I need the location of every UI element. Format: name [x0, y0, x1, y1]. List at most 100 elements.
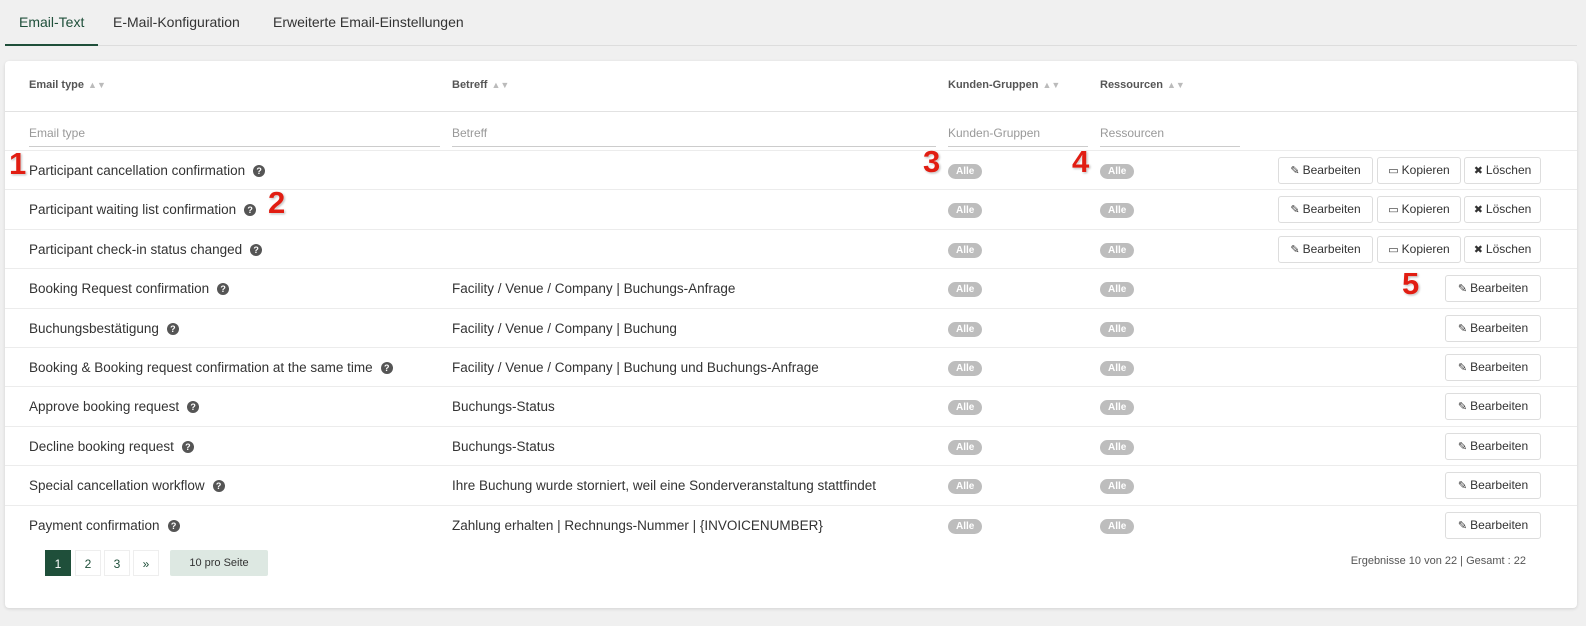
window-icon: ▭: [1388, 165, 1399, 177]
question-circle-icon[interactable]: ?: [253, 165, 266, 177]
copy-button[interactable]: ▭ Kopieren: [1377, 157, 1461, 184]
column-header-email-type[interactable]: Email type ▲▼: [29, 79, 106, 91]
column-header-betreff[interactable]: Betreff ▲▼: [452, 79, 509, 91]
table-row: Buchungsbestätigung? Facility / Venue / C…: [5, 307, 1577, 348]
resource-badge: Alle: [1100, 321, 1135, 337]
edit-icon: ✎: [1457, 440, 1468, 453]
question-circle-icon[interactable]: ?: [380, 362, 393, 374]
annotation-marker-5: 5: [1402, 266, 1420, 301]
edit-icon: ✎: [1457, 283, 1468, 296]
edit-icon: ✎: [1457, 362, 1468, 374]
column-header-kunden-gruppen[interactable]: Kunden-Gruppen ▲▼: [948, 79, 1060, 91]
table-row: Participant waiting list confirmation? Al…: [5, 189, 1577, 229]
edit-button-label: Bearbeiten: [1302, 241, 1361, 256]
question-circle-icon[interactable]: ?: [212, 480, 225, 493]
question-circle-icon[interactable]: ?: [181, 440, 194, 453]
filter-kunden-gruppen-input[interactable]: [948, 120, 1088, 147]
edit-icon: ✎: [1457, 322, 1468, 335]
column-header-ressourcen[interactable]: Ressourcen ▲▼: [1100, 79, 1185, 91]
annotation-marker-4: 4: [1072, 144, 1090, 179]
per-page-select[interactable]: 10 pro Seite: [170, 550, 268, 576]
delete-button-label: Löschen: [1485, 241, 1532, 256]
delete-button-label: Löschen: [1485, 163, 1532, 177]
edit-button[interactable]: ✎ Bearbeiten: [1445, 275, 1541, 303]
question-circle-icon[interactable]: ?: [244, 204, 257, 217]
tab-email-konfiguration[interactable]: E-Mail-Konfiguration: [99, 0, 254, 44]
delete-button[interactable]: ✖ Löschen: [1464, 235, 1541, 263]
edit-button[interactable]: ✎ Bearbeiten: [1278, 196, 1373, 224]
email-type-cell: Buchungsbestätigung?: [29, 321, 179, 336]
tab-erweiterte-email-einstellungen[interactable]: Erweiterte Email-Einstellungen: [259, 0, 478, 44]
subject-cell: Buchungs-Status: [452, 399, 555, 415]
subject-cell: Facility / Venue / Company | Buchungs-An…: [452, 281, 736, 297]
email-type-cell: Approve booking request?: [29, 399, 200, 415]
table-row: Booking Request confirmation? Facility / …: [5, 268, 1577, 308]
table-row: Special cancellation workflow? Ihre Buchu…: [5, 465, 1577, 505]
table-row: Booking & Booking request confirmation a…: [5, 347, 1577, 387]
edit-button[interactable]: ✎ Bearbeiten: [1445, 511, 1541, 539]
column-header-label: Betreff: [452, 79, 488, 91]
email-type-cell: Payment confirmation?: [29, 518, 180, 533]
email-templates-card: Email type ▲▼ Betreff ▲▼ Kunden-Gruppen ▲▼ …: [5, 61, 1577, 608]
copy-button[interactable]: ▭ Kopieren: [1377, 196, 1461, 224]
email-type-label: Approve booking request: [29, 399, 180, 415]
email-type-label: Booking Request confirmation: [29, 281, 210, 297]
delete-button[interactable]: ✖ Löschen: [1464, 157, 1541, 184]
question-circle-icon[interactable]: ?: [250, 243, 263, 256]
table-row: Payment confirmation? Zahlung erhalten | …: [5, 504, 1577, 545]
resource-badge: Alle: [1100, 518, 1135, 534]
edit-icon: ✎: [1457, 401, 1468, 414]
customer-group-badge: Alle: [948, 439, 983, 455]
email-type-cell: Booking & Booking request confirmation a…: [29, 360, 393, 375]
subject-cell: Zahlung erhalten | Rechnungs-Nummer | {I…: [452, 517, 823, 533]
edit-button[interactable]: ✎ Bearbeiten: [1445, 314, 1541, 342]
table-header: Email type ▲▼ Betreff ▲▼ Kunden-Gruppen ▲▼ …: [5, 61, 1577, 112]
table-row: Participant cancellation confirmation? Al…: [5, 150, 1577, 190]
edit-button[interactable]: ✎ Bearbeiten: [1445, 393, 1541, 421]
question-circle-icon[interactable]: ?: [167, 519, 180, 532]
edit-button[interactable]: ✎ Bearbeiten: [1445, 432, 1541, 460]
delete-button-label: Löschen: [1485, 202, 1532, 217]
resource-badge: Alle: [1100, 400, 1135, 416]
tab-bar: Email-Text E-Mail-Konfiguration Erweiter…: [5, 0, 1577, 46]
edit-button-label: Bearbeiten: [1470, 320, 1529, 335]
pagination-page-2[interactable]: 2: [75, 550, 101, 576]
tab-email-text[interactable]: Email-Text: [5, 0, 99, 46]
annotation-marker-2: 2: [268, 185, 286, 220]
times-icon: ✖: [1473, 243, 1483, 256]
question-circle-icon[interactable]: ?: [217, 283, 230, 296]
edit-button[interactable]: ✎ Bearbeiten: [1278, 235, 1373, 263]
edit-button-label: Bearbeiten: [1470, 360, 1529, 374]
pagination-next-button[interactable]: »: [133, 550, 159, 576]
edit-button[interactable]: ✎ Bearbeiten: [1278, 157, 1373, 184]
pagination-page-3[interactable]: 3: [104, 550, 130, 576]
edit-button-label: Bearbeiten: [1302, 163, 1361, 177]
column-header-label: Kunden-Gruppen: [948, 79, 1039, 91]
column-header-label: Email type: [29, 79, 85, 91]
copy-button[interactable]: ▭ Kopieren: [1377, 235, 1461, 263]
delete-button[interactable]: ✖ Löschen: [1464, 196, 1541, 224]
resource-badge: Alle: [1100, 361, 1135, 376]
question-circle-icon[interactable]: ?: [187, 401, 200, 414]
window-icon: ▭: [1388, 243, 1399, 256]
copy-button-label: Kopieren: [1401, 202, 1450, 217]
pagination-page-1[interactable]: 1: [45, 550, 71, 576]
table-row: Participant check-in status changed? Alle…: [5, 228, 1577, 269]
question-circle-icon[interactable]: ?: [166, 322, 179, 335]
filter-ressourcen-input[interactable]: [1100, 120, 1240, 147]
email-type-cell: Booking Request confirmation?: [29, 281, 230, 297]
sort-icon: ▲▼: [1166, 80, 1185, 90]
window-icon: ▭: [1388, 204, 1399, 217]
edit-button-label: Bearbeiten: [1470, 478, 1529, 493]
subject-cell: Ihre Buchung wurde storniert, weil eine …: [452, 478, 876, 494]
filter-email-type-input[interactable]: [29, 120, 440, 147]
customer-group-badge: Alle: [948, 321, 983, 337]
filter-betreff-input[interactable]: [452, 120, 936, 147]
resource-badge: Alle: [1100, 203, 1135, 219]
edit-button[interactable]: ✎ Bearbeiten: [1445, 472, 1541, 500]
subject-cell: Buchungs-Status: [452, 438, 555, 454]
edit-icon: ✎: [1457, 519, 1468, 532]
edit-button[interactable]: ✎ Bearbeiten: [1445, 354, 1541, 381]
email-type-label: Buchungsbestätigung: [29, 320, 159, 336]
edit-icon: ✎: [1290, 204, 1300, 217]
